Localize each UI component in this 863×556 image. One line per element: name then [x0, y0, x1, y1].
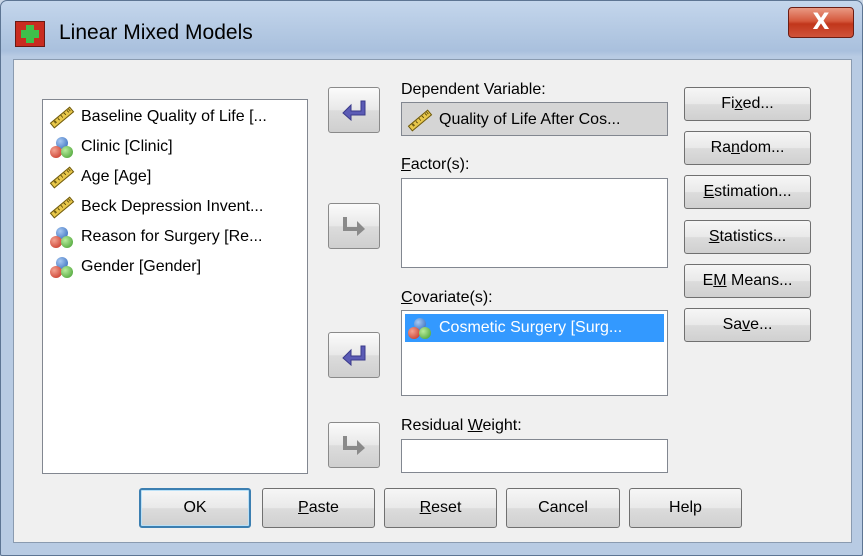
list-item[interactable]: Baseline Quality of Life [...: [47, 103, 305, 131]
estimation-button[interactable]: Estimation...: [684, 175, 811, 209]
cancel-button[interactable]: Cancel: [506, 488, 620, 528]
nominal-balls-icon: [47, 256, 75, 278]
fixed-button[interactable]: Fixed...: [684, 87, 811, 121]
factors-list[interactable]: [401, 178, 668, 268]
help-button[interactable]: Help: [629, 488, 742, 528]
variable-label: Age [Age]: [81, 168, 152, 185]
forward-arrow-icon: [343, 217, 365, 236]
window-title: Linear Mixed Models: [59, 21, 253, 44]
paste-button[interactable]: Paste: [262, 488, 375, 528]
forward-arrow-icon: [343, 436, 365, 455]
em-means-button[interactable]: EM Means...: [684, 264, 811, 298]
covariates-list[interactable]: Cosmetic Surgery [Surg...: [401, 310, 668, 396]
back-arrow-icon: [342, 345, 366, 366]
residual-weight-label: Residual Weight:: [401, 417, 522, 434]
back-arrow-icon: [342, 100, 366, 121]
dependent-variable-field[interactable]: Quality of Life After Cos...: [401, 102, 668, 136]
list-item[interactable]: Age [Age]: [47, 163, 305, 191]
variable-label: Gender [Gender]: [81, 258, 202, 275]
list-item[interactable]: Gender [Gender]: [47, 253, 305, 281]
statistics-button[interactable]: Statistics...: [684, 220, 811, 254]
dependent-variable-value: Quality of Life After Cos...: [439, 111, 621, 128]
variable-label: Clinic [Clinic]: [81, 138, 173, 155]
spss-app-icon: [15, 21, 45, 47]
close-button[interactable]: X: [788, 7, 854, 38]
move-factor-button[interactable]: [328, 203, 380, 249]
list-item[interactable]: Clinic [Clinic]: [47, 133, 305, 161]
move-dependent-button[interactable]: [328, 87, 380, 133]
covariates-label: Covariate(s):: [401, 289, 493, 306]
linear-mixed-models-dialog: Linear Mixed Models X Baseline Quality o…: [0, 0, 863, 556]
scale-ruler-icon: [47, 106, 75, 129]
covariate-item[interactable]: Cosmetic Surgery [Surg...: [405, 314, 664, 342]
nominal-balls-icon: [405, 317, 433, 339]
dialog-body: Baseline Quality of Life [... Clinic [Cl…: [13, 59, 852, 543]
ok-button[interactable]: OK: [139, 488, 251, 528]
list-item[interactable]: Beck Depression Invent...: [47, 193, 305, 221]
factors-label: Factor(s):: [401, 156, 470, 173]
move-covariate-button[interactable]: [328, 332, 380, 378]
scale-ruler-icon: [405, 109, 433, 132]
variable-list[interactable]: Baseline Quality of Life [... Clinic [Cl…: [42, 99, 308, 474]
variable-label: Reason for Surgery [Re...: [81, 228, 263, 245]
move-residual-weight-button[interactable]: [328, 422, 380, 468]
nominal-balls-icon: [47, 136, 75, 158]
list-item[interactable]: Reason for Surgery [Re...: [47, 223, 305, 251]
dependent-variable-label: Dependent Variable:: [401, 81, 546, 98]
title-bar[interactable]: Linear Mixed Models X: [1, 1, 862, 56]
reset-button[interactable]: Reset: [384, 488, 497, 528]
dependent-variable-item[interactable]: Quality of Life After Cos...: [405, 106, 624, 134]
variable-label: Beck Depression Invent...: [81, 198, 264, 215]
scale-ruler-icon: [47, 166, 75, 189]
covariate-label: Cosmetic Surgery [Surg...: [439, 319, 623, 336]
nominal-balls-icon: [47, 226, 75, 248]
scale-ruler-icon: [47, 196, 75, 219]
variable-label: Baseline Quality of Life [...: [81, 108, 267, 125]
random-button[interactable]: Random...: [684, 131, 811, 165]
save-button[interactable]: Save...: [684, 308, 811, 342]
residual-weight-field[interactable]: [401, 439, 668, 473]
